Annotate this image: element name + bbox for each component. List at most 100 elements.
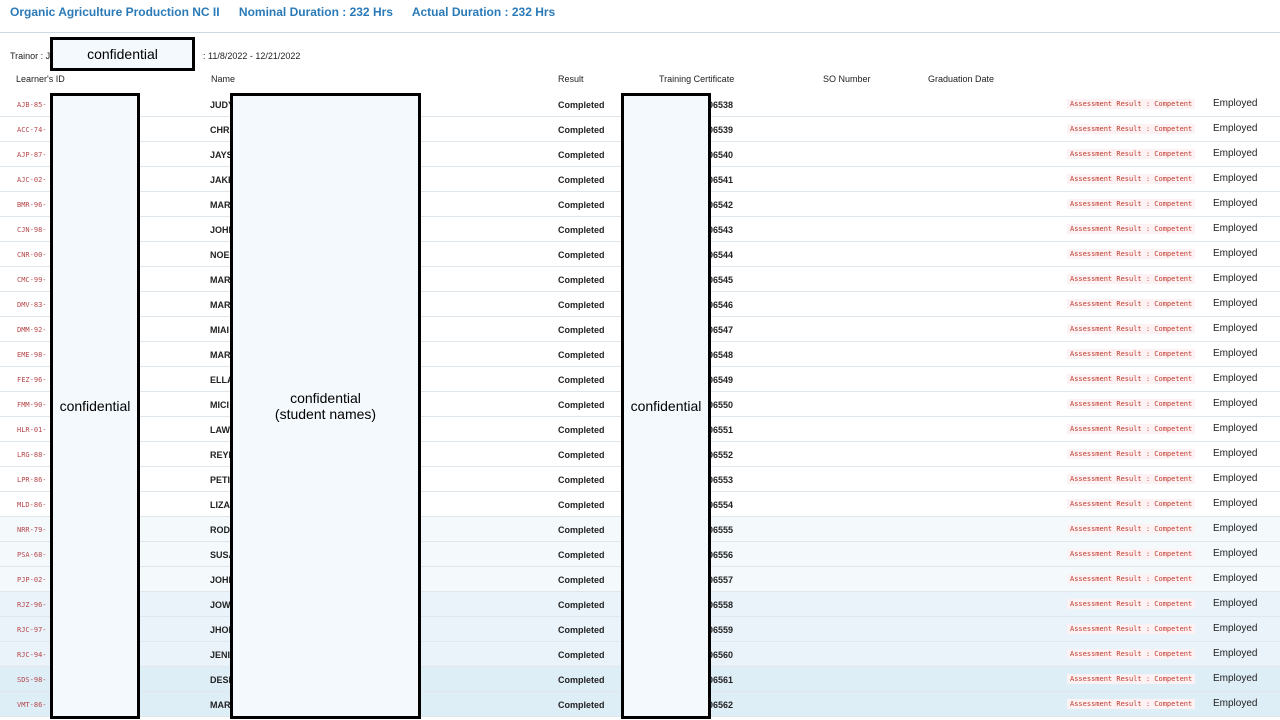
redaction-certificate: confidential (621, 93, 711, 719)
name-cell: MAR (210, 275, 231, 285)
learner-id-cell: PJP-02- (17, 576, 47, 584)
assessment-badge: Assessment Result : Competent (1067, 124, 1196, 134)
employment-status: Employed (1213, 223, 1258, 234)
learner-id-cell: AJC-02- (17, 176, 47, 184)
redaction-trainor: confidential (50, 37, 195, 71)
employment-status: Employed (1213, 448, 1258, 459)
name-cell: NOEI (210, 250, 233, 260)
name-cell: MAR (210, 300, 231, 310)
name-cell: MAR (210, 200, 231, 210)
assessment-badge: Assessment Result : Competent (1067, 374, 1196, 384)
employment-status: Employed (1213, 373, 1258, 384)
employment-status: Employed (1213, 498, 1258, 509)
redaction-certificate-label: confidential (630, 398, 702, 414)
course-title: Organic Agriculture Production NC II (10, 5, 220, 19)
result-cell: Completed (558, 375, 605, 385)
learner-id-cell: NRR-79- (17, 526, 47, 534)
name-cell: DESI (210, 675, 232, 685)
learner-id-cell: RJC-97- (17, 626, 47, 634)
column-header-so-number: SO Number (823, 74, 871, 84)
learner-id-cell: CNR-00- (17, 251, 47, 259)
learner-id-cell: SDS-98- (17, 676, 47, 684)
assessment-badge: Assessment Result : Competent (1067, 549, 1196, 559)
column-header-result: Result (558, 74, 584, 84)
assessment-badge: Assessment Result : Competent (1067, 699, 1196, 709)
redaction-names-line2: (student names) (274, 406, 377, 422)
employment-status: Employed (1213, 598, 1258, 609)
name-cell: PETI (210, 475, 231, 485)
learner-id-cell: RJC-94- (17, 651, 47, 659)
learner-id-cell: LRG-88- (17, 451, 47, 459)
employment-status: Employed (1213, 148, 1258, 159)
result-cell: Completed (558, 650, 605, 660)
employment-status: Employed (1213, 548, 1258, 559)
learner-id-cell: RJZ-96- (17, 601, 47, 609)
learner-id-cell: MLD-86- (17, 501, 47, 509)
assessment-badge: Assessment Result : Competent (1067, 574, 1196, 584)
course-header: Organic Agriculture Production NC II Nom… (10, 5, 571, 21)
assessment-badge: Assessment Result : Competent (1067, 249, 1196, 259)
employment-status: Employed (1213, 173, 1258, 184)
assessment-badge: Assessment Result : Competent (1067, 174, 1196, 184)
redaction-student-names: confidential (student names) (230, 93, 421, 719)
assessment-badge: Assessment Result : Competent (1067, 274, 1196, 284)
employment-status: Employed (1213, 123, 1258, 134)
learner-id-cell: ACC-74- (17, 126, 47, 134)
result-cell: Completed (558, 450, 605, 460)
assessment-badge: Assessment Result : Competent (1067, 674, 1196, 684)
nominal-duration: Nominal Duration : 232 Hrs (238, 5, 393, 19)
result-cell: Completed (558, 700, 605, 710)
assessment-badge: Assessment Result : Competent (1067, 649, 1196, 659)
result-cell: Completed (558, 675, 605, 685)
result-cell: Completed (558, 500, 605, 510)
name-cell: CHRI (210, 125, 232, 135)
employment-status: Employed (1213, 648, 1258, 659)
employment-status: Employed (1213, 523, 1258, 534)
employment-status: Employed (1213, 248, 1258, 259)
result-cell: Completed (558, 175, 605, 185)
learner-id-cell: PSA-68- (17, 551, 47, 559)
assessment-badge: Assessment Result : Competent (1067, 399, 1196, 409)
header-divider (0, 32, 1280, 33)
name-cell: MAR (210, 700, 231, 710)
assessment-badge: Assessment Result : Competent (1067, 474, 1196, 484)
result-cell: Completed (558, 125, 605, 135)
result-cell: Completed (558, 150, 605, 160)
learner-id-cell: VMT-86- (17, 701, 47, 709)
name-cell: JOHI (210, 225, 232, 235)
result-cell: Completed (558, 100, 605, 110)
result-cell: Completed (558, 350, 605, 360)
assessment-badge: Assessment Result : Competent (1067, 599, 1196, 609)
column-header-learner-id: Learner's ID (16, 74, 65, 84)
result-cell: Completed (558, 325, 605, 335)
assessment-badge: Assessment Result : Competent (1067, 424, 1196, 434)
name-cell: MIAI (210, 325, 229, 335)
training-dates: : 11/8/2022 - 12/21/2022 (203, 51, 301, 61)
employment-status: Employed (1213, 198, 1258, 209)
column-header-name: Name (211, 74, 236, 84)
result-cell: Completed (558, 200, 605, 210)
assessment-badge: Assessment Result : Competent (1067, 149, 1196, 159)
employment-status: Employed (1213, 573, 1258, 584)
result-cell: Completed (558, 250, 605, 260)
employment-status: Employed (1213, 623, 1258, 634)
name-cell: JOHI (210, 575, 232, 585)
result-cell: Completed (558, 225, 605, 235)
assessment-badge: Assessment Result : Competent (1067, 449, 1196, 459)
actual-duration: Actual Duration : 232 Hrs (411, 5, 556, 19)
learner-id-cell: LPR-86- (17, 476, 47, 484)
result-cell: Completed (558, 625, 605, 635)
learner-id-cell: HLR-01- (17, 426, 47, 434)
assessment-badge: Assessment Result : Competent (1067, 349, 1196, 359)
assessment-badge: Assessment Result : Competent (1067, 324, 1196, 334)
result-cell: Completed (558, 400, 605, 410)
learner-id-cell: CJN-98- (17, 226, 47, 234)
learner-id-cell: FEZ-96- (17, 376, 47, 384)
trainor-line: Trainor : J : 11/8/2022 - 12/21/2022 (10, 51, 300, 61)
assessment-badge: Assessment Result : Competent (1067, 99, 1196, 109)
result-cell: Completed (558, 275, 605, 285)
result-cell: Completed (558, 300, 605, 310)
learner-id-cell: AJP-87- (17, 151, 47, 159)
employment-status: Employed (1213, 348, 1258, 359)
learner-id-cell: FMM-90- (17, 401, 47, 409)
